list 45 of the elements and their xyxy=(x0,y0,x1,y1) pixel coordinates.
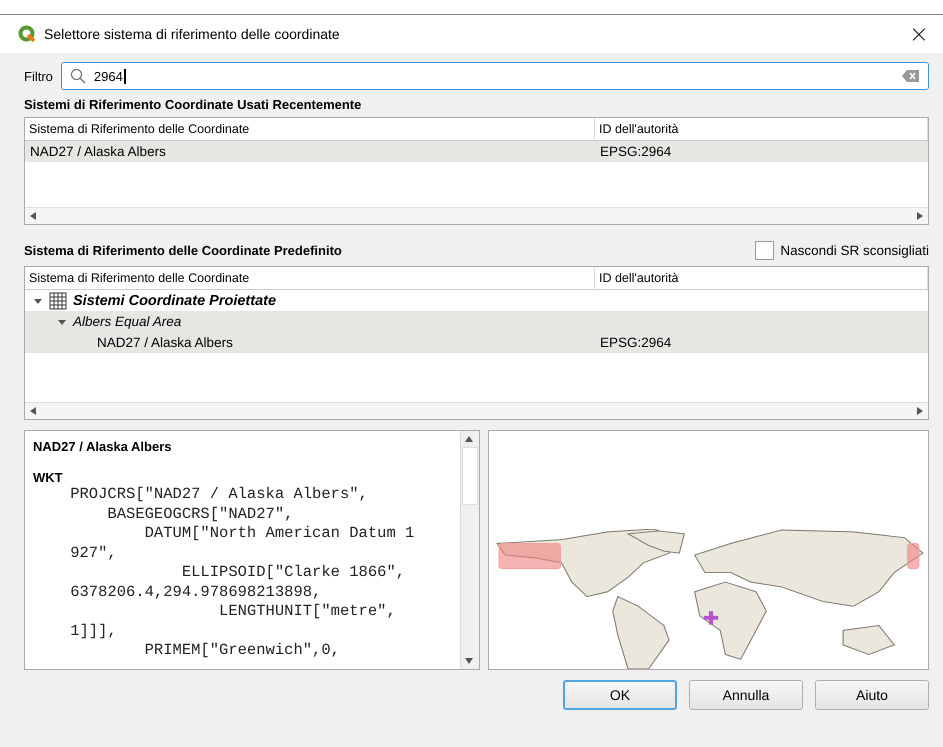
wkt-line: LENGTHUNIT["metre", xyxy=(218,602,397,622)
wkt-line: DATUM["North American Datum 1 xyxy=(144,524,416,544)
wkt-line: BASEGEOGCRS["NAD27", xyxy=(106,504,294,524)
table-row[interactable]: NAD27 / Alaska Albers EPSG:2964 xyxy=(25,141,928,162)
authority-id: EPSG:2964 xyxy=(600,144,672,159)
wkt-line: PRIMEM["Greenwich",0, xyxy=(144,641,341,660)
clear-icon[interactable] xyxy=(902,69,920,83)
horizontal-scrollbar[interactable] xyxy=(25,402,928,419)
tree-row[interactable]: Albers Equal Area xyxy=(25,311,928,332)
section-heading: Sistemi di Riferimento Coordinate Usati Recentemente xyxy=(24,97,362,112)
app-logo-icon xyxy=(18,25,36,43)
tree-row[interactable]: NAD27 / Alaska Albers EPSG:2964 xyxy=(25,332,928,353)
column-header[interactable]: Sistema di Riferimento delle Coordinate xyxy=(25,267,595,289)
crs-title: NAD27 / Alaska Albers xyxy=(33,439,172,454)
checkbox-label: Nascondi SR sconsigliati xyxy=(780,243,929,258)
tree-projection-label: Albers Equal Area xyxy=(73,314,182,329)
dialog-button[interactable]: Aiuto xyxy=(815,680,929,710)
dialog-button[interactable]: Annulla xyxy=(689,680,803,710)
horizontal-scrollbar[interactable] xyxy=(25,207,928,224)
dialog-button[interactable]: OK xyxy=(563,680,677,710)
tree-row[interactable]: Sistemi Coordinate Proiettate xyxy=(25,290,928,311)
section-heading: Sistema di Riferimento delle Coordinate Predefinito xyxy=(24,243,342,258)
wkt-heading: WKT xyxy=(33,470,64,485)
wkt-line: 927", xyxy=(69,544,118,563)
tree-item-label: NAD27 / Alaska Albers xyxy=(97,335,233,350)
wkt-line: 6378206.4,294.978698213898, xyxy=(69,582,322,602)
scrollbar-thumb[interactable] xyxy=(462,447,478,505)
window-title: Selettore sistema di riferimento delle coordinate xyxy=(44,26,341,42)
column-header[interactable]: ID dell'autorità xyxy=(595,267,928,289)
wkt-line: PROJCRS["NAD27 / Alaska Albers", xyxy=(69,485,369,504)
tree-group-label: Sistemi Coordinate Proiettate xyxy=(73,292,276,308)
checkbox[interactable] xyxy=(755,241,774,260)
search-icon xyxy=(70,68,86,84)
vertical-scrollbar[interactable] xyxy=(460,431,479,669)
wkt-line: ELLIPSOID["Clarke 1866", xyxy=(180,563,406,582)
filter-label: Filtro xyxy=(24,68,53,84)
grid-icon xyxy=(49,292,67,310)
wkt-line: 1]]], xyxy=(69,622,118,641)
column-header[interactable]: Sistema di Riferimento delle Coordinate xyxy=(25,118,595,140)
crs-name: NAD27 / Alaska Albers xyxy=(30,144,166,159)
authority-id: EPSG:2964 xyxy=(600,335,672,350)
filter-field[interactable]: 2964 xyxy=(60,62,929,90)
close-button[interactable]: × xyxy=(904,20,933,48)
text-cursor xyxy=(124,68,126,84)
column-header[interactable]: ID dell'autorità xyxy=(595,118,928,140)
